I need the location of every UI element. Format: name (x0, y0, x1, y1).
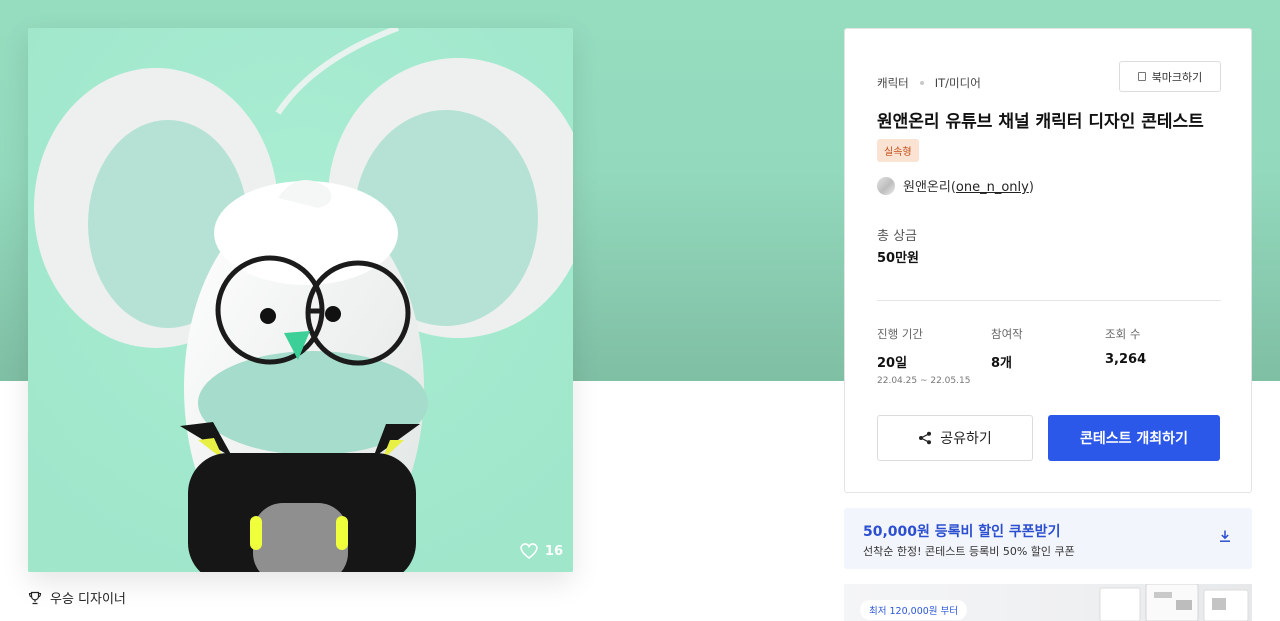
bookmark-button[interactable]: 북마크하기 (1119, 61, 1221, 92)
bookmark-label: 북마크하기 (1151, 70, 1203, 84)
like-count: 16 (544, 543, 563, 559)
coupon-subtitle: 선착순 한정! 콘테스트 등록비 50% 할인 쿠폰 (863, 545, 1075, 558)
promo-price-pill: 최저 120,000원 부터 (860, 600, 968, 620)
host-name: 원앤온리 (903, 180, 951, 195)
period-range: 22.04.25 ~ 22.05.15 (877, 376, 971, 386)
like-counter[interactable]: 16 (519, 542, 563, 560)
host-paren-close: ) (1028, 180, 1034, 195)
participants-value: 8개 (991, 356, 1013, 371)
trophy-icon (28, 591, 42, 604)
share-label: 공유하기 (940, 431, 992, 447)
breadcrumb-subcategory[interactable]: IT/미디어 (935, 75, 981, 91)
period-label: 진행 기간 (877, 327, 923, 341)
stat-participants: 참여작 8개 (991, 326, 1023, 371)
contest-info-card: 캐릭터 IT/미디어 북마크하기 원앤온리 유튜브 채널 캐릭터 디자인 콘테스… (844, 28, 1252, 493)
views-value: 3,264 (1105, 352, 1147, 367)
host-info: 원앤온리(one_n_only) (877, 176, 1034, 195)
coupon-title: 50,000원 등록비 할인 쿠폰받기 (863, 524, 1061, 540)
download-icon[interactable] (1218, 529, 1232, 543)
coupon-banner[interactable]: 50,000원 등록비 할인 쿠폰받기 선착순 한정! 콘테스트 등록비 50%… (844, 508, 1252, 569)
winning-artwork[interactable]: 16 (28, 28, 573, 572)
bookmark-icon (1137, 72, 1146, 81)
host-contest-button[interactable]: 콘테스트 개최하기 (1048, 415, 1220, 461)
divider (877, 300, 1221, 301)
contest-type-badge: 실속형 (877, 139, 919, 162)
stat-period: 진행 기간 20일 22.04.25 ~ 22.05.15 (877, 326, 970, 386)
period-value: 20일 (877, 356, 908, 371)
share-icon (919, 431, 932, 445)
mouse-character-illustration (28, 28, 573, 572)
participants-label: 참여작 (991, 327, 1023, 341)
award-text: 우승 디자이너 (50, 592, 126, 607)
heart-icon (520, 543, 538, 560)
host-handle-link[interactable]: one_n_only (956, 180, 1029, 195)
contest-title: 원앤온리 유튜브 채널 캐릭터 디자인 콘테스트 (877, 112, 1204, 132)
award-label: 우승 디자이너 (28, 588, 126, 607)
host-avatar (877, 176, 895, 195)
promo-product-mockup (1099, 584, 1249, 621)
breadcrumb: 캐릭터 IT/미디어 (877, 75, 981, 91)
views-label: 조회 수 (1105, 327, 1141, 341)
prize-label: 총 상금 (877, 229, 918, 244)
prize-value: 50만원 (877, 251, 920, 266)
breadcrumb-category[interactable]: 캐릭터 (877, 75, 909, 91)
breadcrumb-separator (919, 81, 924, 85)
promo-banner[interactable]: 최저 120,000원 부터 (844, 584, 1252, 621)
stat-views: 조회 수 3,264 (1105, 326, 1146, 367)
host-text: 원앤온리(one_n_only) (903, 176, 1034, 195)
share-button[interactable]: 공유하기 (877, 415, 1033, 461)
